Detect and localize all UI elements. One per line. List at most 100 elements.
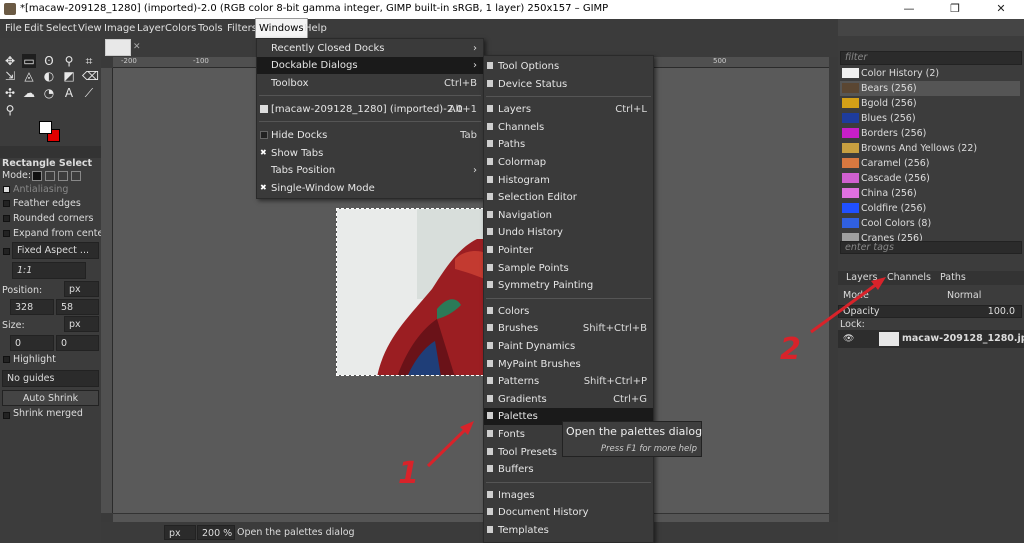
clone-tool-icon[interactable]: ✣ [3, 86, 17, 100]
paint-select-tool-icon[interactable]: ◐ [42, 69, 56, 83]
mode-subtract-icon[interactable] [58, 171, 68, 181]
dodge-tool-icon[interactable]: ◔ [42, 86, 56, 100]
rect-select-tool-icon[interactable]: ▭ [22, 54, 36, 68]
menu-windows[interactable]: Windows [255, 18, 308, 39]
recently-closed-docks-item[interactable]: Recently Closed Docks › [257, 40, 483, 57]
opacity-slider[interactable]: Opacity 100.0 [838, 305, 1022, 318]
mode-replace-icon[interactable] [32, 171, 42, 181]
palette-list-item[interactable]: Caramel (256) [840, 156, 1020, 171]
smudge-tool-icon[interactable]: ☁ [22, 86, 36, 100]
fixed-aspect-checkbox[interactable] [3, 248, 10, 255]
toolbox-item[interactable]: Toolbox Ctrl+B [257, 75, 483, 92]
move-tool-icon[interactable]: ✥ [3, 54, 17, 68]
position-unit-dropdown[interactable]: px [64, 281, 99, 297]
tabs-position-item[interactable]: Tabs Position › [257, 162, 483, 179]
minimize-button[interactable]: — [886, 0, 932, 19]
zoom-dropdown[interactable]: 200 % [197, 525, 235, 540]
aspect-ratio-field[interactable]: 1:1 [12, 262, 86, 279]
bucket-fill-tool-icon[interactable]: ◩ [62, 69, 76, 83]
palette-list-item[interactable]: Bears (256) [840, 81, 1020, 96]
hide-docks-item[interactable]: Hide Docks Tab [257, 127, 483, 144]
tab-channels[interactable]: Channels [887, 272, 931, 283]
dock-menu-item-tool-options[interactable]: Tool Options [484, 58, 653, 75]
tab-paths[interactable]: Paths [940, 272, 966, 283]
fuzzy-select-tool-icon[interactable]: ⚲ [62, 54, 76, 68]
single-window-mode-item[interactable]: ✖ Single-Window Mode [257, 180, 483, 197]
dock-menu-item-sample-points[interactable]: Sample Points [484, 260, 653, 277]
dock-menu-item-colors[interactable]: Colors [484, 303, 653, 320]
palette-list-item[interactable]: Coldfire (256) [840, 201, 1020, 216]
color-picker-tool-icon[interactable]: ⟋ [82, 86, 96, 100]
eraser-tool-icon[interactable]: ⌫ [82, 69, 99, 83]
dock-menu-item-pointer[interactable]: Pointer [484, 242, 653, 259]
dock-menu-item-gradients[interactable]: Gradients Ctrl+G [484, 391, 653, 408]
size-height-field[interactable]: 0 [56, 335, 99, 351]
expand-checkbox[interactable] [3, 230, 10, 237]
palette-list-item[interactable]: China (256) [840, 186, 1020, 201]
free-select-tool-icon[interactable]: ʘ [42, 54, 56, 68]
antialiasing-checkbox[interactable] [3, 186, 10, 193]
dock-menu-item-templates[interactable]: Templates [484, 522, 653, 539]
dock-menu-item-brushes[interactable]: Brushes Shift+Ctrl+B [484, 320, 653, 337]
size-width-field[interactable]: 0 [10, 335, 54, 351]
dock-menu-item-symmetry-painting[interactable]: Symmetry Painting [484, 277, 653, 294]
auto-shrink-button[interactable]: Auto Shrink [2, 390, 99, 406]
shrink-merged-checkbox[interactable] [3, 412, 10, 419]
palette-list-item[interactable]: Blues (256) [840, 111, 1020, 126]
layer-mode-dropdown[interactable]: Normal [947, 290, 981, 301]
dock-menu-item-patterns[interactable]: Patterns Shift+Ctrl+P [484, 373, 653, 390]
dock-menu-item-colormap[interactable]: Colormap [484, 154, 653, 171]
dock-menu-item-document-history[interactable]: Document History [484, 504, 653, 521]
palette-list-item[interactable]: Color History (2) [840, 66, 1020, 81]
dock-menu-item-histogram[interactable]: Histogram [484, 172, 653, 189]
dock-menu-item-channels[interactable]: Channels [484, 119, 653, 136]
menu-image[interactable]: Image [101, 19, 138, 38]
menu-tools[interactable]: Tools [195, 19, 226, 38]
warp-tool-icon[interactable]: ◬ [22, 69, 36, 83]
maximize-button[interactable]: ❐ [932, 0, 978, 19]
guides-dropdown[interactable]: No guides [2, 370, 99, 387]
dock-menu-item-buffers[interactable]: Buffers [484, 461, 653, 478]
image-window-item[interactable]: [macaw-209128_1280] (imported)-2.0 Alt+1 [257, 101, 483, 118]
dock-menu-item-selection-editor[interactable]: Selection Editor [484, 189, 653, 206]
transform-tool-icon[interactable]: ⇲ [3, 69, 17, 83]
dock-menu-item-layers[interactable]: Layers Ctrl+L [484, 101, 653, 118]
dock-menu-item-undo-history[interactable]: Undo History [484, 224, 653, 241]
menu-help[interactable]: Help [301, 19, 330, 38]
highlight-checkbox[interactable] [3, 356, 10, 363]
palette-list-item[interactable]: Borders (256) [840, 126, 1020, 141]
palette-list-item[interactable]: Cool Colors (8) [840, 216, 1020, 231]
visibility-eye-icon[interactable]: 👁 [843, 334, 854, 344]
dock-menu-item-device-status[interactable]: Device Status [484, 76, 653, 93]
position-x-field[interactable]: 328 [10, 299, 54, 315]
size-unit-dropdown[interactable]: px [64, 316, 99, 332]
dock-menu-item-mypaint-brushes[interactable]: MyPaint Brushes [484, 356, 653, 373]
mode-intersect-icon[interactable] [71, 171, 81, 181]
image-tab-close-icon[interactable]: ✕ [133, 42, 141, 52]
dock-menu-item-navigation[interactable]: Navigation [484, 207, 653, 224]
image-tab-thumbnail[interactable] [105, 39, 131, 56]
fixed-aspect-dropdown[interactable]: Fixed Aspect ... [12, 242, 99, 259]
tab-layers[interactable]: Layers [846, 272, 877, 283]
text-tool-icon[interactable]: A [62, 86, 76, 100]
rounded-checkbox[interactable] [3, 215, 10, 222]
palette-list-item[interactable]: Browns And Yellows (22) [840, 141, 1020, 156]
foreground-color-swatch[interactable] [39, 121, 52, 134]
horizontal-scrollbar[interactable] [113, 513, 829, 522]
dock-menu-item-images[interactable]: Images [484, 487, 653, 504]
dockable-dialogs-item[interactable]: Dockable Dialogs › [257, 57, 483, 74]
position-y-field[interactable]: 58 [56, 299, 99, 315]
menu-filters[interactable]: Filters [224, 19, 260, 38]
mode-add-icon[interactable] [45, 171, 55, 181]
close-button[interactable]: ✕ [978, 0, 1024, 19]
zoom-tool-icon[interactable]: ⚲ [3, 103, 17, 117]
palette-list-item[interactable]: Bgold (256) [840, 96, 1020, 111]
crop-tool-icon[interactable]: ⌗ [82, 54, 96, 68]
status-unit-dropdown[interactable]: px [164, 525, 196, 540]
dock-menu-item-paint-dynamics[interactable]: Paint Dynamics [484, 338, 653, 355]
feather-checkbox[interactable] [3, 200, 10, 207]
dock-menu-item-paths[interactable]: Paths [484, 136, 653, 153]
menu-colors[interactable]: Colors [162, 19, 199, 38]
show-tabs-item[interactable]: ✖ Show Tabs [257, 145, 483, 162]
palette-tags-input[interactable]: enter tags [840, 241, 1022, 254]
